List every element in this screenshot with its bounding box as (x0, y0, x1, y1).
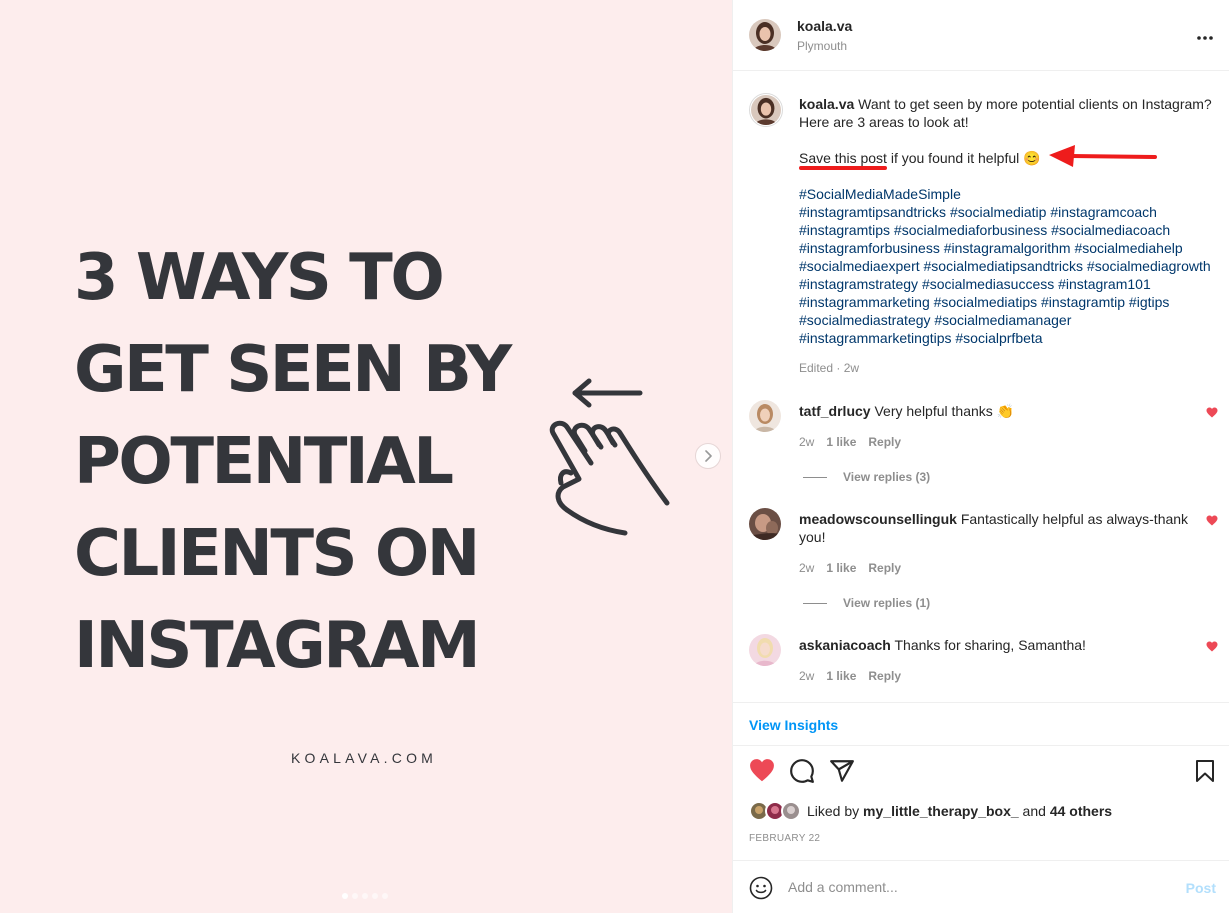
avatar[interactable] (749, 93, 783, 127)
view-replies-label: View replies (3) (843, 470, 931, 484)
reply-button[interactable]: Reply (868, 561, 901, 575)
headline-line: GET SEEN BY (74, 333, 512, 407)
comment-likes[interactable]: 1 like (826, 669, 856, 683)
comment-likes[interactable]: 1 like (826, 435, 856, 449)
comment-text: Thanks for sharing, Samantha! (894, 637, 1086, 653)
save-line: Save this post if you found it helpful 😊 (799, 145, 1219, 170)
avatar[interactable] (749, 400, 781, 432)
more-options-button[interactable] (1196, 28, 1214, 46)
save-line-rest: if you found it helpful 😊 (886, 150, 1041, 166)
liked-by-username[interactable]: my_little_therapy_box_ (863, 803, 1019, 819)
likes-others-link[interactable]: 44 others (1050, 803, 1112, 819)
comment-time[interactable]: 2w (799, 435, 814, 449)
post-image: 3 WAYS TO GET SEEN BY POTENTIAL CLIENTS … (0, 0, 732, 913)
likes-prefix: Liked by (807, 803, 864, 819)
post-date[interactable]: FEBRUARY 22 (749, 833, 820, 844)
liker-avatars (749, 800, 805, 822)
view-replies-button[interactable]: View replies (1) (803, 596, 930, 610)
chevron-right-icon (705, 450, 712, 462)
hashtag-line[interactable]: #instagrammarketingtips #socialprfbeta (799, 329, 1219, 347)
comment-like-heart-icon[interactable] (1206, 407, 1218, 419)
carousel-dot (352, 893, 358, 899)
hashtag-line[interactable]: #instagrammarketing #socialmediatips #in… (799, 293, 1219, 311)
next-slide-button[interactable] (695, 443, 721, 469)
headline-line: CLIENTS ON (74, 517, 480, 591)
comment-username[interactable]: askaniacoach (799, 637, 891, 653)
headline-line: POTENTIAL (74, 425, 454, 499)
comment-text: Very helpful thanks 👏 (874, 403, 1015, 419)
reply-button[interactable]: Reply (868, 435, 901, 449)
bookmark-icon[interactable] (1193, 758, 1217, 784)
likes-middle: and (1018, 803, 1050, 819)
comment-username[interactable]: meadowscounsellinguk (799, 511, 957, 527)
post-actions (733, 758, 1229, 788)
caption-line: Want to get seen by more potential clien… (858, 96, 1212, 112)
hashtag-line[interactable]: #instagramtips #socialmediaforbusiness #… (799, 221, 1219, 239)
reply-button[interactable]: Reply (868, 669, 901, 683)
post-details-panel: koala.va Plymouth koala.va Want to get s… (732, 0, 1229, 913)
insights-bar: View Insights (733, 702, 1229, 746)
caption-text: koala.va Want to get seen by more potent… (799, 95, 1219, 347)
headline-line: INSTAGRAM (74, 609, 481, 683)
comment-time[interactable]: 2w (799, 669, 814, 683)
comment-like-heart-icon[interactable] (1206, 641, 1218, 653)
hashtag-line[interactable]: #instagramforbusiness #instagramalgorith… (799, 239, 1219, 257)
swipe-hand-icon (549, 378, 670, 536)
hashtag-line[interactable]: #socialmediastrategy #socialmediamanager (799, 311, 1219, 329)
carousel-dot (382, 893, 388, 899)
comment-like-heart-icon[interactable] (1206, 515, 1218, 527)
comment-form: Post (733, 860, 1229, 913)
comment-input[interactable] (788, 875, 1168, 899)
carousel-dots (342, 893, 388, 899)
more-options-icon (1197, 36, 1213, 40)
header-username[interactable]: koala.va (797, 18, 852, 34)
comment-meta: 2w 1 like Reply (799, 561, 901, 575)
red-underline-annotation (799, 166, 887, 170)
caption-edited-timestamp: Edited · 2w (799, 361, 860, 375)
comment-icon[interactable] (789, 758, 815, 784)
comment-likes[interactable]: 1 like (826, 561, 856, 575)
comment-meta: 2w 1 like Reply (799, 669, 901, 683)
carousel-dot (362, 893, 368, 899)
view-insights-link[interactable]: View Insights (749, 717, 838, 733)
avatar[interactable] (749, 508, 781, 540)
share-icon[interactable] (829, 758, 855, 784)
post-header: koala.va Plymouth (733, 0, 1229, 71)
like-heart-icon[interactable] (749, 758, 775, 784)
replies-divider (803, 602, 827, 604)
view-replies-button[interactable]: View replies (3) (803, 470, 930, 484)
carousel-dot (342, 893, 348, 899)
comment-meta: 2w 1 like Reply (799, 435, 901, 449)
avatar[interactable] (749, 634, 781, 666)
comment-time[interactable]: 2w (799, 561, 814, 575)
comment-username[interactable]: tatf_drlucy (799, 403, 871, 419)
likes-summary: Liked by my_little_therapy_box_ and 44 o… (749, 800, 1112, 822)
emoji-icon[interactable] (749, 876, 773, 900)
post-comment-button[interactable]: Post (1186, 880, 1216, 896)
hashtag-line[interactable]: #SocialMediaMadeSimple (799, 185, 1219, 203)
headline-line: 3 WAYS TO (74, 241, 445, 315)
image-headline: 3 WAYS TO GET SEEN BY POTENTIAL CLIENTS … (74, 232, 544, 692)
replies-divider (803, 476, 827, 478)
hashtag-line[interactable]: #instagramstrategy #socialmediasuccess #… (799, 275, 1219, 293)
save-this-post-text: Save this post (799, 150, 887, 166)
hashtag-line[interactable]: #instagramtipsandtricks #socialmediatip … (799, 203, 1219, 221)
avatar[interactable] (781, 801, 801, 821)
avatar[interactable] (749, 19, 781, 51)
red-arrow-annotation (1049, 145, 1157, 167)
header-location[interactable]: Plymouth (797, 39, 847, 53)
brand-url: KOALAVA.COM (291, 750, 438, 766)
likes-text: Liked by my_little_therapy_box_ and 44 o… (807, 803, 1112, 819)
caption-line: Here are 3 areas to look at! (799, 114, 969, 130)
hashtags: #SocialMediaMadeSimple #instagramtipsand… (799, 185, 1219, 347)
caption-username[interactable]: koala.va (799, 96, 854, 112)
hashtag-line[interactable]: #socialmediaexpert #socialmediatipsandtr… (799, 257, 1219, 275)
view-replies-label: View replies (1) (843, 596, 931, 610)
carousel-dot (372, 893, 378, 899)
